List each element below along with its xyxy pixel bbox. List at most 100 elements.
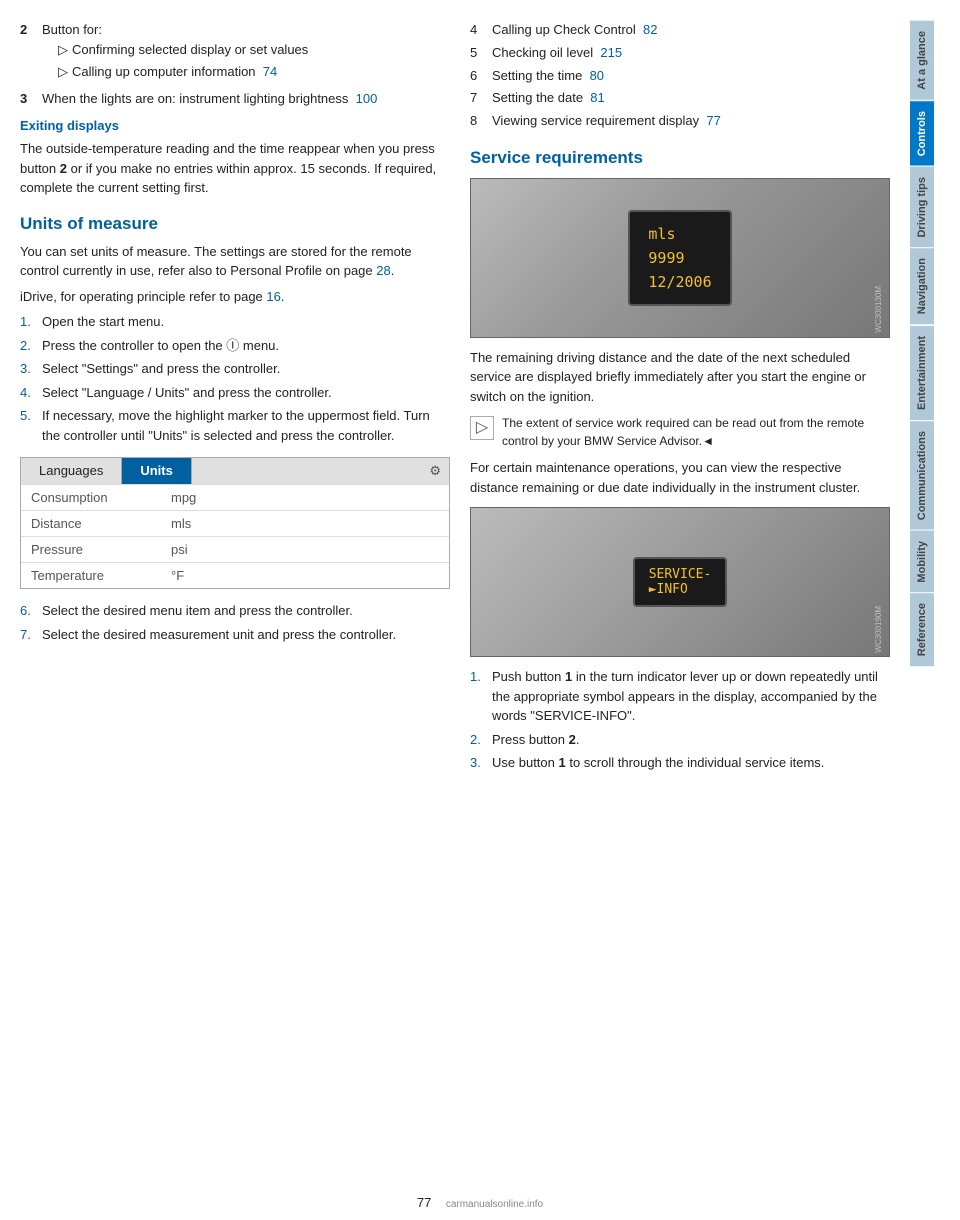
languages-tab[interactable]: Languages — [21, 458, 122, 484]
item-3-number: 3 — [20, 89, 42, 109]
step-6-text: Select the desired menu item and press t… — [42, 601, 450, 621]
exiting-paragraph: The outside-temperature reading and the … — [20, 139, 450, 198]
step-1-text: Open the start menu. — [42, 312, 450, 332]
right-list-item-2: 6Setting the time 80 — [470, 66, 890, 87]
service-display: SERVICE- ►INFO — [633, 557, 728, 607]
note-box: ▷ The extent of service work required ca… — [470, 414, 890, 450]
sidebar-tab-navigation[interactable]: Navigation — [910, 247, 934, 324]
units-row-3: Temperature°F — [21, 562, 449, 588]
step-6: 6.Select the desired menu item and press… — [20, 601, 450, 621]
right-step-2-num: 2. — [470, 730, 492, 750]
right-list-item-0: 4Calling up Check Control 82 — [470, 20, 890, 41]
units-tab[interactable]: Units — [122, 458, 192, 484]
sidebar-tab-driving-tips[interactable]: Driving tips — [910, 166, 934, 248]
step-5-num: 5. — [20, 406, 42, 445]
right-item-num-2: 6 — [470, 66, 492, 87]
step-3: 3.Select "Settings" and press the contro… — [20, 359, 450, 379]
units-label-1: Distance — [31, 516, 171, 531]
units-para2: iDrive, for operating principle refer to… — [20, 287, 450, 307]
units-para1: You can set units of measure. The settin… — [20, 242, 450, 281]
item-2-text: Button for: — [42, 22, 102, 37]
units-value-2: psi — [171, 542, 188, 557]
right-list-item-4: 8Viewing service requirement display 77 — [470, 111, 890, 132]
sidebar: At a glanceControlsDriving tipsNavigatio… — [910, 20, 940, 1200]
watermark-footer: carmanualsonline.info — [446, 1199, 543, 1210]
item-2: 2 Button for: ▷ Confirming selected disp… — [20, 20, 450, 85]
sidebar-tab-at-a-glance[interactable]: At a glance — [910, 20, 934, 100]
sidebar-tab-entertainment[interactable]: Entertainment — [910, 325, 934, 420]
dash-number: 9999 — [648, 246, 711, 270]
sidebar-tab-communications[interactable]: Communications — [910, 420, 934, 530]
service-para1: The remaining driving distance and the d… — [470, 348, 890, 407]
item-3: 3 When the lights are on: instrument lig… — [20, 89, 450, 109]
step-2-text: Press the controller to open the Ⓘ menu. — [42, 336, 450, 356]
right-item-text-1: Checking oil level 215 — [492, 43, 622, 64]
units-table-body: ConsumptionmpgDistancemlsPressurepsiTemp… — [21, 484, 449, 588]
units-value-3: °F — [171, 568, 184, 583]
right-item-text-3: Setting the date 81 — [492, 88, 605, 109]
item-3-text: When the lights are on: instrument light… — [42, 91, 377, 106]
step-6-num: 6. — [20, 601, 42, 621]
steps-list: 1.Open the start menu.2.Press the contro… — [20, 312, 450, 445]
settings-icon: ⚙ — [421, 458, 449, 484]
step-2: 2.Press the controller to open the Ⓘ men… — [20, 336, 450, 356]
note-arrow-icon: ▷ — [470, 416, 494, 440]
units-title: Units of measure — [20, 214, 450, 234]
right-item-num-0: 4 — [470, 20, 492, 41]
step-4-text: Select "Language / Units" and press the … — [42, 383, 450, 403]
service-title: Service requirements — [470, 148, 890, 168]
step-5: 5.If necessary, move the highlight marke… — [20, 406, 450, 445]
step-3-text: Select "Settings" and press the controll… — [42, 359, 450, 379]
right-list-item-1: 5Checking oil level 215 — [470, 43, 890, 64]
right-step-2-text: Press button 2. — [492, 730, 890, 750]
units-row-2: Pressurepsi — [21, 536, 449, 562]
sidebar-tab-mobility[interactable]: Mobility — [910, 530, 934, 593]
step-2-num: 2. — [20, 336, 42, 356]
sidebar-tabs: At a glanceControlsDriving tipsNavigatio… — [910, 20, 940, 667]
watermark-2: WC300190M — [874, 606, 883, 653]
step-4: 4.Select "Language / Units" and press th… — [20, 383, 450, 403]
right-item-text-0: Calling up Check Control 82 — [492, 20, 658, 41]
service-para2: For certain maintenance operations, you … — [470, 458, 890, 497]
steps-6-7: 6.Select the desired menu item and press… — [20, 601, 450, 644]
right-item-text-2: Setting the time 80 — [492, 66, 604, 87]
units-label-2: Pressure — [31, 542, 171, 557]
mils-label: mls — [648, 222, 675, 246]
right-step-3-num: 3. — [470, 753, 492, 773]
right-item-num-1: 5 — [470, 43, 492, 64]
service-line2: ►INFO — [649, 582, 712, 597]
units-label-3: Temperature — [31, 568, 171, 583]
step-7-text: Select the desired measurement unit and … — [42, 625, 450, 645]
units-table: Languages Units ⚙ ConsumptionmpgDistance… — [20, 457, 450, 589]
sidebar-tab-controls[interactable]: Controls — [910, 100, 934, 166]
right-step-1-num: 1. — [470, 667, 492, 726]
sidebar-tab-reference[interactable]: Reference — [910, 592, 934, 666]
watermark-1: WC300130M — [874, 286, 883, 333]
right-item-text-4: Viewing service requirement display 77 — [492, 111, 721, 132]
step-3-num: 3. — [20, 359, 42, 379]
bullet-1-text: Confirming selected display or set value… — [72, 40, 308, 60]
units-row-1: Distancemls — [21, 510, 449, 536]
exiting-title: Exiting displays — [20, 118, 450, 133]
right-step-1: 1.Push button 1 in the turn indicator le… — [470, 667, 890, 726]
step-5-text: If necessary, move the highlight marker … — [42, 406, 450, 445]
page-footer: 77 carmanualsonline.info — [417, 1195, 543, 1210]
step-1-num: 1. — [20, 312, 42, 332]
dashboard-image: mls 9999 12/2006 WC300130M — [470, 178, 890, 338]
right-item-num-4: 8 — [470, 111, 492, 132]
dash-date: 12/2006 — [648, 270, 711, 294]
right-step-3-text: Use button 1 to scroll through the indiv… — [492, 753, 890, 773]
bullet-1: ▷ Confirming selected display or set val… — [42, 40, 450, 60]
right-list: 4Calling up Check Control 825Checking oi… — [470, 20, 890, 132]
step-1: 1.Open the start menu. — [20, 312, 450, 332]
right-list-item-3: 7Setting the date 81 — [470, 88, 890, 109]
arrow-icon-1: ▷ — [58, 40, 72, 60]
units-row-0: Consumptionmpg — [21, 484, 449, 510]
right-item-num-3: 7 — [470, 88, 492, 109]
page-number: 77 — [417, 1195, 431, 1210]
step-7: 7.Select the desired measurement unit an… — [20, 625, 450, 645]
right-step-3: 3.Use button 1 to scroll through the ind… — [470, 753, 890, 773]
right-steps: 1.Push button 1 in the turn indicator le… — [470, 667, 890, 773]
right-step-1-text: Push button 1 in the turn indicator leve… — [492, 667, 890, 726]
dash-display: mls 9999 12/2006 — [628, 210, 731, 306]
